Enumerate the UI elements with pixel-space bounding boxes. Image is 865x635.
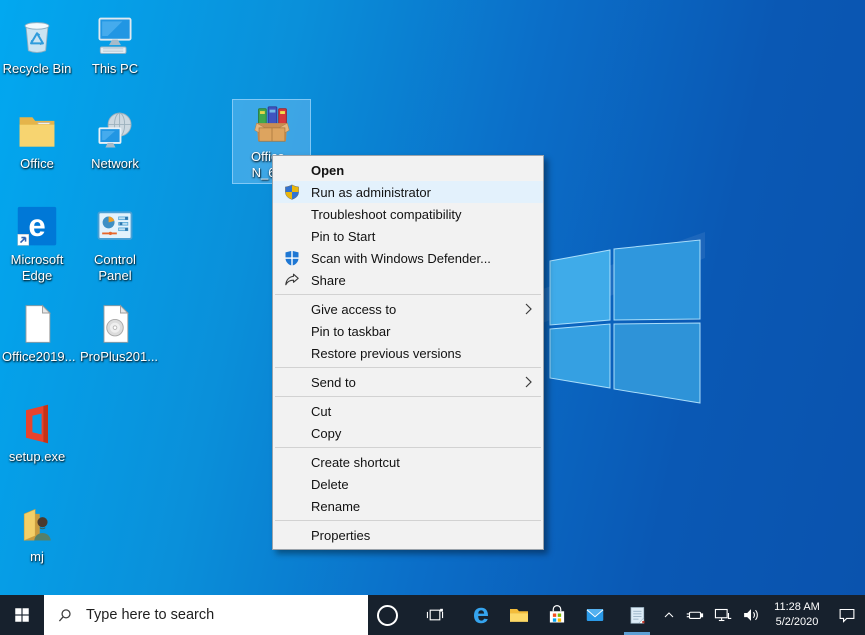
volume-button[interactable] bbox=[737, 595, 765, 635]
tray-expand-button[interactable] bbox=[657, 595, 681, 635]
chevron-up-icon bbox=[661, 607, 677, 623]
task-view-button[interactable] bbox=[416, 595, 454, 635]
power-status-button[interactable] bbox=[681, 595, 709, 635]
taskbar: e bbox=[0, 595, 865, 635]
action-center-button[interactable] bbox=[829, 595, 865, 635]
cortana-icon bbox=[377, 605, 398, 626]
menu-item-run-as-administrator[interactable]: Run as administrator bbox=[273, 181, 543, 203]
desktop-icon-recycle-bin[interactable]: Recycle Bin bbox=[0, 12, 74, 80]
notepad-button[interactable] bbox=[618, 595, 656, 635]
folder-icon bbox=[2, 109, 72, 155]
edge-taskbar-button[interactable]: e bbox=[462, 595, 500, 635]
submenu-arrow-icon bbox=[524, 302, 535, 316]
network-ethernet-icon bbox=[712, 604, 734, 626]
this-pc-icon bbox=[80, 14, 150, 60]
desktop-icon-this-pc[interactable]: This PC bbox=[78, 12, 152, 80]
desktop-icon-label: Network bbox=[80, 156, 150, 172]
windows-desktop-screen: Recycle Bin This PC Office bbox=[0, 0, 865, 635]
menu-item-pin-to-taskbar[interactable]: Pin to taskbar bbox=[273, 320, 543, 342]
desktop-icon-proplus-image[interactable]: ProPlus201... bbox=[78, 300, 152, 368]
recycle-bin-icon bbox=[2, 14, 72, 60]
desktop-icon-mj[interactable]: mj bbox=[0, 500, 74, 568]
system-tray: 11:28 AM 5/2/2020 bbox=[657, 595, 865, 635]
menu-item-cut[interactable]: Cut bbox=[273, 400, 543, 422]
desktop-icon-label: Control Panel bbox=[80, 252, 150, 283]
action-center-icon bbox=[836, 604, 858, 626]
edge-icon: e bbox=[473, 600, 489, 629]
taskbar-clock[interactable]: 11:28 AM 5/2/2020 bbox=[765, 595, 829, 635]
context-menu: Open Run as administrator Troubleshoot c… bbox=[272, 155, 544, 550]
menu-item-pin-to-start[interactable]: Pin to Start bbox=[273, 225, 543, 247]
menu-item-share[interactable]: Share bbox=[273, 269, 543, 291]
network-status-button[interactable] bbox=[709, 595, 737, 635]
menu-item-delete[interactable]: Delete bbox=[273, 473, 543, 495]
user-folder-icon bbox=[2, 502, 72, 548]
desktop-icon-setup-exe[interactable]: setup.exe bbox=[0, 400, 74, 468]
file-explorer-button[interactable] bbox=[500, 595, 538, 635]
desktop-icon-office2019-file[interactable]: Office2019... bbox=[0, 300, 74, 368]
menu-item-open[interactable]: Open bbox=[273, 159, 543, 181]
menu-item-restore-previous-versions[interactable]: Restore previous versions bbox=[273, 342, 543, 364]
battery-plug-icon bbox=[684, 604, 706, 626]
search-input[interactable] bbox=[74, 607, 368, 623]
office-setup-icon bbox=[2, 402, 72, 448]
search-icon bbox=[57, 607, 74, 624]
svg-text:e: e bbox=[28, 208, 45, 243]
desktop-icon-label: Microsoft Edge bbox=[2, 252, 72, 283]
taskbar-search[interactable] bbox=[44, 595, 368, 635]
notepad-icon bbox=[625, 603, 649, 627]
document-icon bbox=[2, 302, 72, 348]
desktop-icon-label: This PC bbox=[80, 61, 150, 77]
network-icon bbox=[80, 109, 150, 155]
menu-separator bbox=[275, 367, 541, 368]
desktop-icon-network[interactable]: Network bbox=[78, 107, 152, 175]
disc-image-icon bbox=[80, 302, 150, 348]
desktop-icon-microsoft-edge[interactable]: e Microsoft Edge bbox=[0, 203, 74, 286]
clock-date: 5/2/2020 bbox=[776, 615, 819, 630]
desktop-icon-control-panel[interactable]: Control Panel bbox=[78, 203, 152, 286]
menu-separator bbox=[275, 520, 541, 521]
cortana-button[interactable] bbox=[368, 595, 406, 635]
microsoft-store-icon bbox=[545, 603, 569, 627]
defender-shield-icon bbox=[273, 250, 311, 266]
windows-logo-wallpaper bbox=[540, 230, 710, 410]
menu-item-create-shortcut[interactable]: Create shortcut bbox=[273, 451, 543, 473]
desktop-icon-label: ProPlus201... bbox=[80, 349, 150, 365]
desktop-icon-label: setup.exe bbox=[2, 449, 72, 465]
menu-separator bbox=[275, 447, 541, 448]
edge-icon: e bbox=[2, 205, 72, 251]
menu-separator bbox=[275, 396, 541, 397]
menu-item-give-access-to[interactable]: Give access to bbox=[273, 298, 543, 320]
menu-item-send-to[interactable]: Send to bbox=[273, 371, 543, 393]
menu-item-troubleshoot-compatibility[interactable]: Troubleshoot compatibility bbox=[273, 203, 543, 225]
submenu-arrow-icon bbox=[524, 375, 535, 389]
menu-item-rename[interactable]: Rename bbox=[273, 495, 543, 517]
mail-icon bbox=[583, 603, 607, 627]
desktop-icon-label: mj bbox=[2, 549, 72, 565]
task-view-icon bbox=[424, 604, 446, 626]
menu-item-scan-with-windows-defender[interactable]: Scan with Windows Defender... bbox=[273, 247, 543, 269]
desktop-icon-label: Office2019... bbox=[2, 349, 72, 365]
control-panel-icon bbox=[80, 205, 150, 251]
uac-shield-icon bbox=[273, 184, 311, 200]
microsoft-store-button[interactable] bbox=[538, 595, 576, 635]
archive-box-icon bbox=[235, 102, 308, 148]
clock-time: 11:28 AM bbox=[774, 600, 820, 615]
menu-separator bbox=[275, 294, 541, 295]
speaker-icon bbox=[740, 604, 762, 626]
share-icon bbox=[273, 272, 311, 288]
mail-button[interactable] bbox=[576, 595, 614, 635]
file-explorer-icon bbox=[507, 603, 531, 627]
menu-item-copy[interactable]: Copy bbox=[273, 422, 543, 444]
desktop-icon-label: Recycle Bin bbox=[2, 61, 72, 77]
desktop-icon-label: Office bbox=[2, 156, 72, 172]
menu-item-properties[interactable]: Properties bbox=[273, 524, 543, 546]
desktop-icon-office[interactable]: Office bbox=[0, 107, 74, 175]
start-button[interactable] bbox=[0, 595, 44, 635]
windows-start-icon bbox=[13, 606, 31, 624]
